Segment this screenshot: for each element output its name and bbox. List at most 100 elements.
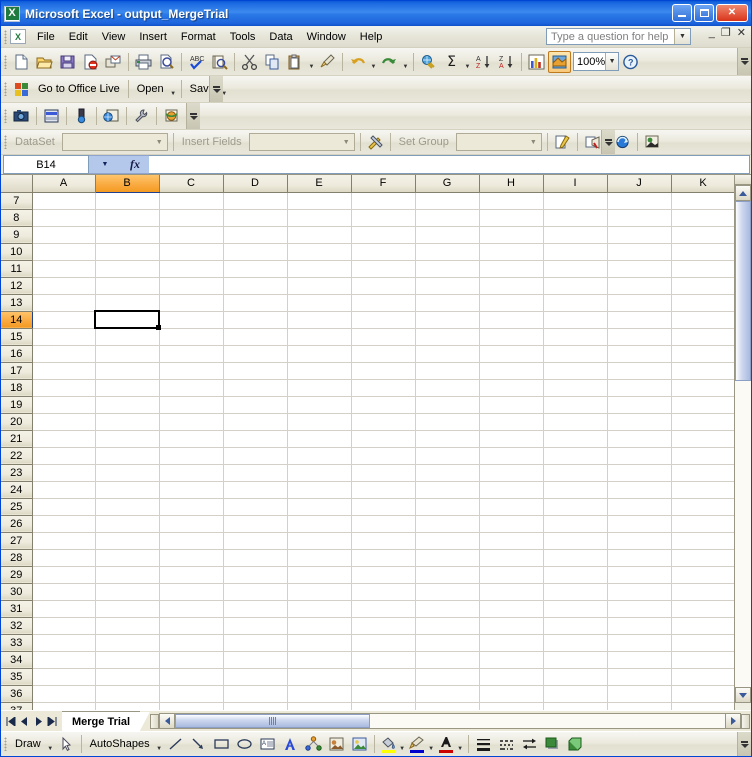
cell-H27[interactable] bbox=[479, 532, 544, 550]
spelling-icon[interactable]: ABC bbox=[185, 51, 208, 73]
draw-menu-button[interactable]: Draw bbox=[10, 738, 46, 750]
cell-J35[interactable] bbox=[607, 668, 672, 686]
cell-J22[interactable] bbox=[607, 447, 672, 465]
cell-E34[interactable] bbox=[287, 651, 352, 669]
cell-B27[interactable] bbox=[95, 532, 160, 550]
cell-F10[interactable] bbox=[351, 243, 416, 261]
cell-E9[interactable] bbox=[287, 226, 352, 244]
cell-H36[interactable] bbox=[479, 685, 544, 703]
cell-E14[interactable] bbox=[287, 311, 352, 329]
row-header-25[interactable]: 25 bbox=[1, 498, 33, 516]
cell-A33[interactable] bbox=[32, 634, 96, 652]
cell-F23[interactable] bbox=[351, 464, 416, 482]
cell-C33[interactable] bbox=[159, 634, 224, 652]
cell-A7[interactable] bbox=[32, 192, 96, 210]
open-dropdown-arrow[interactable]: ▼ bbox=[169, 77, 178, 101]
cell-G16[interactable] bbox=[415, 345, 480, 363]
cell-G24[interactable] bbox=[415, 481, 480, 499]
cell-E17[interactable] bbox=[287, 362, 352, 380]
text-box-icon[interactable]: A bbox=[256, 733, 279, 755]
cell-D25[interactable] bbox=[223, 498, 288, 516]
cell-C31[interactable] bbox=[159, 600, 224, 618]
cell-A24[interactable] bbox=[32, 481, 96, 499]
previous-sheet-button[interactable] bbox=[18, 714, 31, 729]
toolbar-grip[interactable] bbox=[4, 109, 7, 123]
cell-B32[interactable] bbox=[95, 617, 160, 635]
cell-D32[interactable] bbox=[223, 617, 288, 635]
cell-D36[interactable] bbox=[223, 685, 288, 703]
cell-D8[interactable] bbox=[223, 209, 288, 227]
cell-K19[interactable] bbox=[671, 396, 736, 414]
row-header-10[interactable]: 10 bbox=[1, 243, 33, 261]
cell-C37[interactable] bbox=[159, 702, 224, 710]
cell-B20[interactable] bbox=[95, 413, 160, 431]
row-header-29[interactable]: 29 bbox=[1, 566, 33, 584]
toolbar-grip[interactable] bbox=[4, 737, 7, 751]
cell-C11[interactable] bbox=[159, 260, 224, 278]
cell-B9[interactable] bbox=[95, 226, 160, 244]
cell-B8[interactable] bbox=[95, 209, 160, 227]
cell-F33[interactable] bbox=[351, 634, 416, 652]
cell-G18[interactable] bbox=[415, 379, 480, 397]
help-question-box[interactable]: Type a question for help ▼ bbox=[546, 28, 691, 45]
cell-A20[interactable] bbox=[32, 413, 96, 431]
cell-H8[interactable] bbox=[479, 209, 544, 227]
cell-B26[interactable] bbox=[95, 515, 160, 533]
cell-A11[interactable] bbox=[32, 260, 96, 278]
cell-B35[interactable] bbox=[95, 668, 160, 686]
row-header-20[interactable]: 20 bbox=[1, 413, 33, 431]
cell-B30[interactable] bbox=[95, 583, 160, 601]
cell-I15[interactable] bbox=[543, 328, 608, 346]
cell-G13[interactable] bbox=[415, 294, 480, 312]
formula-input[interactable] bbox=[149, 155, 750, 174]
cell-F11[interactable] bbox=[351, 260, 416, 278]
row-header-27[interactable]: 27 bbox=[1, 532, 33, 550]
cell-I10[interactable] bbox=[543, 243, 608, 261]
menu-edit[interactable]: Edit bbox=[62, 28, 95, 46]
cell-B18[interactable] bbox=[95, 379, 160, 397]
column-header-E[interactable]: E bbox=[287, 175, 352, 193]
word-art-icon[interactable] bbox=[279, 733, 302, 755]
line-color-dropdown-arrow[interactable]: ▼ bbox=[427, 732, 436, 756]
menu-insert[interactable]: Insert bbox=[132, 28, 174, 46]
cell-C35[interactable] bbox=[159, 668, 224, 686]
camera-icon[interactable] bbox=[10, 105, 33, 127]
cell-B28[interactable] bbox=[95, 549, 160, 567]
sort-descending-icon[interactable]: ZA bbox=[495, 51, 518, 73]
cell-E24[interactable] bbox=[287, 481, 352, 499]
cell-F17[interactable] bbox=[351, 362, 416, 380]
chevron-down-icon[interactable]: ▼ bbox=[152, 134, 167, 150]
diagram-icon[interactable] bbox=[302, 733, 325, 755]
cell-A14[interactable] bbox=[32, 311, 96, 329]
settings-wrench-icon[interactable] bbox=[130, 105, 153, 127]
cell-H11[interactable] bbox=[479, 260, 544, 278]
cell-D15[interactable] bbox=[223, 328, 288, 346]
office-live-icon[interactable] bbox=[10, 78, 33, 100]
cell-H18[interactable] bbox=[479, 379, 544, 397]
cell-D10[interactable] bbox=[223, 243, 288, 261]
cell-E11[interactable] bbox=[287, 260, 352, 278]
cell-F22[interactable] bbox=[351, 447, 416, 465]
cell-B33[interactable] bbox=[95, 634, 160, 652]
cell-B13[interactable] bbox=[95, 294, 160, 312]
cell-G12[interactable] bbox=[415, 277, 480, 295]
print-icon[interactable] bbox=[132, 51, 155, 73]
cell-G14[interactable] bbox=[415, 311, 480, 329]
menu-file[interactable]: File bbox=[30, 28, 62, 46]
cell-D11[interactable] bbox=[223, 260, 288, 278]
cell-I33[interactable] bbox=[543, 634, 608, 652]
cell-G37[interactable] bbox=[415, 702, 480, 710]
row-header-26[interactable]: 26 bbox=[1, 515, 33, 533]
redo-dropdown-arrow[interactable]: ▼ bbox=[401, 50, 410, 74]
cell-D34[interactable] bbox=[223, 651, 288, 669]
office-live-toolbar-overflow-button[interactable] bbox=[209, 76, 223, 102]
cell-D16[interactable] bbox=[223, 345, 288, 363]
cell-B7[interactable] bbox=[95, 192, 160, 210]
cell-C28[interactable] bbox=[159, 549, 224, 567]
cell-I8[interactable] bbox=[543, 209, 608, 227]
row-header-31[interactable]: 31 bbox=[1, 600, 33, 618]
cell-J16[interactable] bbox=[607, 345, 672, 363]
row-header-18[interactable]: 18 bbox=[1, 379, 33, 397]
cell-D28[interactable] bbox=[223, 549, 288, 567]
cell-H30[interactable] bbox=[479, 583, 544, 601]
